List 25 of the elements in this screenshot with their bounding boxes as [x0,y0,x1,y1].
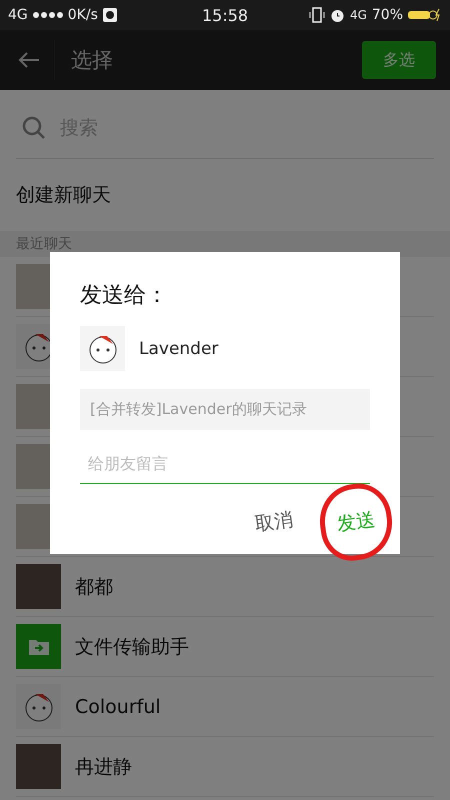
cartoon-avatar [16,684,61,729]
battery-icon [408,8,442,22]
new-chat-item[interactable]: 创建新聊天 [0,159,450,231]
photo-placeholder [16,564,61,609]
chat-name[interactable]: 文件传输助手 [75,634,189,660]
chat-name[interactable]: Colourful [75,696,161,718]
search-icon [22,116,46,140]
clock-time: 15:58 [202,6,248,24]
vibrate-icon [308,7,325,23]
chat-name[interactable]: 冉进静 [75,754,132,780]
signal-icon [32,12,63,18]
photo-placeholder [16,744,61,789]
recipient-name: Lavender [139,338,218,358]
file-transfer-avatar [16,624,61,669]
network-type: 4G [350,8,367,22]
chat-name[interactable]: 都都 [75,574,113,600]
cartoon-avatar [80,326,125,371]
network-type: 4G [8,7,28,23]
battery-percent: 70% [372,7,404,23]
dialog-title: 发送给： [80,282,169,310]
page-title: 选择 [54,40,113,80]
back-arrow-icon[interactable] [18,51,40,69]
alarm-icon [330,8,345,22]
network-speed: 0K/s [68,7,98,23]
forward-preview: [合并转发]Lavender的聊天记录 [80,389,370,430]
